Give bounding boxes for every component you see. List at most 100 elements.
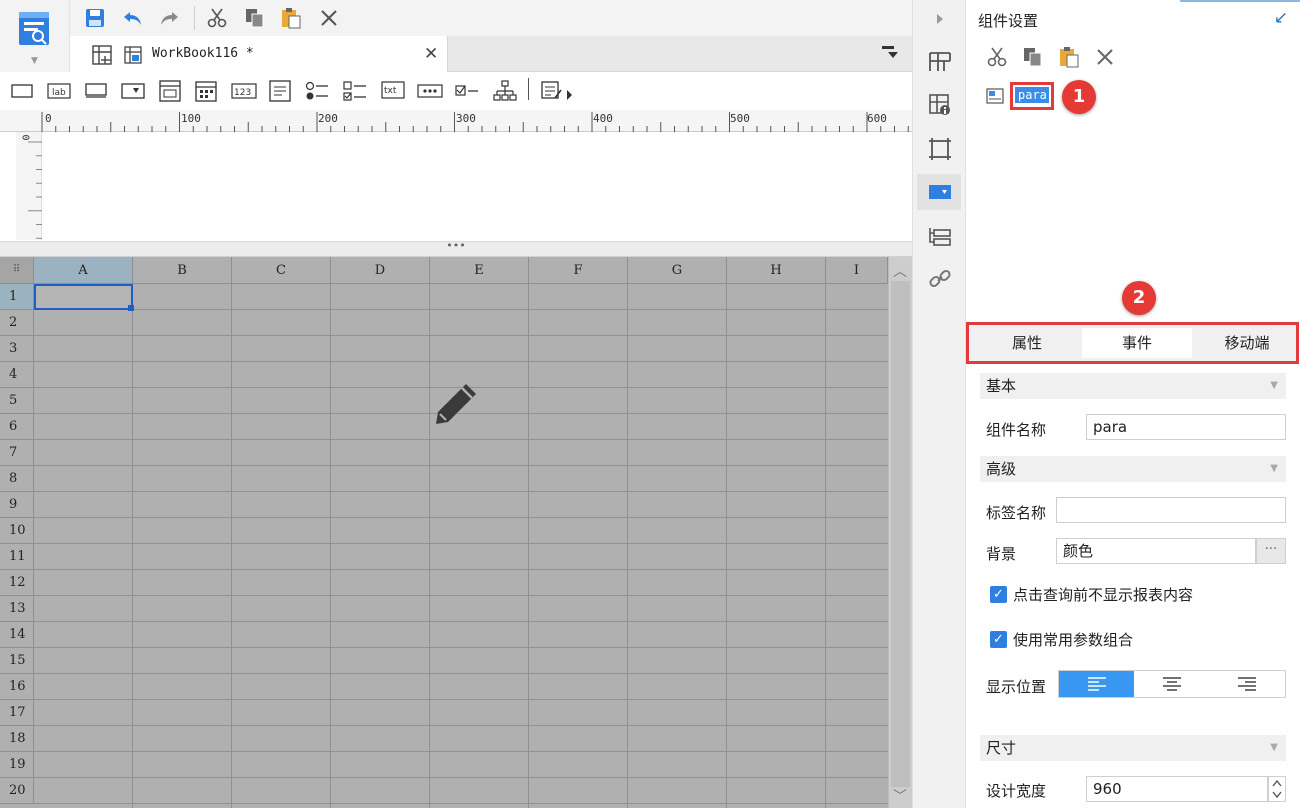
vertical-scrollbar[interactable]: ︿ ﹀ bbox=[888, 257, 912, 808]
column-header[interactable]: I bbox=[826, 257, 888, 284]
row-header[interactable]: 17 bbox=[0, 700, 34, 726]
checkbox-hide-before-query[interactable]: ✓ 点击查询前不显示报表内容 bbox=[990, 584, 1193, 606]
align-left-button[interactable] bbox=[1059, 671, 1135, 697]
tab-attributes[interactable]: 属性 bbox=[972, 328, 1082, 358]
row-header[interactable]: 15 bbox=[0, 648, 34, 674]
widget-settings-icon[interactable] bbox=[925, 177, 955, 207]
number-widget-icon[interactable]: 123 bbox=[230, 80, 258, 102]
align-center-button[interactable] bbox=[1134, 671, 1210, 697]
tab-mobile[interactable]: 移动端 bbox=[1192, 328, 1300, 358]
undo-icon[interactable] bbox=[120, 5, 146, 31]
component-name-input[interactable]: para bbox=[1086, 414, 1286, 440]
save-icon[interactable] bbox=[82, 5, 108, 31]
cell-grid[interactable] bbox=[34, 284, 888, 808]
combobox-widget-icon[interactable] bbox=[120, 80, 146, 102]
column-header[interactable]: G bbox=[628, 257, 727, 284]
delete-icon[interactable] bbox=[1092, 44, 1118, 70]
row-header[interactable]: 18 bbox=[0, 726, 34, 752]
row-header[interactable]: 3 bbox=[0, 336, 34, 362]
redo-icon[interactable] bbox=[156, 5, 182, 31]
column-header[interactable]: E bbox=[430, 257, 529, 284]
background-input[interactable]: 颜色 bbox=[1056, 538, 1256, 564]
date-widget-icon[interactable] bbox=[194, 80, 218, 102]
parameter-canvas[interactable] bbox=[42, 133, 912, 241]
textbox-widget-icon[interactable] bbox=[10, 80, 34, 102]
checkbox-widget-icon[interactable] bbox=[454, 80, 480, 102]
textarea-widget-icon[interactable] bbox=[268, 80, 292, 102]
column-header[interactable]: C bbox=[232, 257, 331, 284]
copy-icon[interactable] bbox=[242, 5, 268, 31]
collapse-panel-icon[interactable]: ↙ bbox=[1274, 8, 1288, 28]
row-header[interactable]: 4 bbox=[0, 362, 34, 388]
chevron-down-icon[interactable]: ▼ bbox=[31, 56, 38, 66]
column-header[interactable]: H bbox=[727, 257, 826, 284]
row-header[interactable]: 14 bbox=[0, 622, 34, 648]
row-header[interactable]: 2 bbox=[0, 310, 34, 336]
link-icon[interactable] bbox=[925, 264, 955, 294]
form-structure-icon[interactable] bbox=[925, 222, 955, 252]
expand-arrow-icon[interactable] bbox=[925, 4, 955, 34]
row-header[interactable]: 8 bbox=[0, 466, 34, 492]
tree-widget-icon[interactable] bbox=[492, 80, 518, 102]
chevron-down-icon[interactable]: ▼ bbox=[1270, 735, 1278, 761]
label-name-input[interactable] bbox=[1056, 497, 1286, 523]
label-widget-icon[interactable]: lab bbox=[46, 80, 72, 102]
copy-icon[interactable] bbox=[1020, 44, 1046, 70]
column-header[interactable]: A bbox=[34, 257, 133, 284]
section-basic[interactable]: 基本 ▼ bbox=[980, 373, 1286, 399]
chevron-down-icon[interactable]: ▼ bbox=[1270, 456, 1278, 482]
selected-cell[interactable] bbox=[34, 284, 133, 310]
row-header[interactable]: 1 bbox=[0, 284, 34, 310]
scroll-up-icon[interactable]: ︿ bbox=[893, 261, 907, 281]
text-widget-icon[interactable]: txt bbox=[380, 80, 406, 102]
column-header[interactable]: F bbox=[529, 257, 628, 284]
layout-grid-icon[interactable] bbox=[925, 46, 955, 76]
paste-icon[interactable] bbox=[1056, 44, 1082, 70]
tab-overflow-menu-icon[interactable] bbox=[882, 46, 898, 60]
crop-frame-icon[interactable] bbox=[925, 134, 955, 164]
design-width-stepper[interactable] bbox=[1268, 776, 1286, 802]
column-header[interactable]: B bbox=[133, 257, 232, 284]
section-size[interactable]: 尺寸 ▼ bbox=[980, 735, 1286, 761]
checkbox-checked-icon[interactable]: ✓ bbox=[990, 631, 1007, 648]
row-header[interactable]: 11 bbox=[0, 544, 34, 570]
more-widgets-icon[interactable] bbox=[540, 80, 576, 102]
cut-icon[interactable] bbox=[984, 44, 1010, 70]
column-header[interactable]: D bbox=[331, 257, 430, 284]
scrollbar-thumb[interactable] bbox=[891, 281, 910, 787]
checkbox-checked-icon[interactable]: ✓ bbox=[990, 586, 1007, 603]
background-picker-button[interactable]: ··· bbox=[1256, 538, 1286, 564]
design-width-input[interactable]: 960 bbox=[1086, 776, 1268, 802]
row-header[interactable]: 16 bbox=[0, 674, 34, 700]
radio-group-widget-icon[interactable] bbox=[304, 80, 330, 102]
paste-icon[interactable] bbox=[278, 5, 304, 31]
tab-events[interactable]: 事件 bbox=[1082, 328, 1192, 358]
row-header[interactable]: 6 bbox=[0, 414, 34, 440]
password-widget-icon[interactable] bbox=[416, 80, 444, 102]
section-advanced[interactable]: 高级 ▼ bbox=[980, 456, 1286, 482]
delete-icon[interactable] bbox=[316, 5, 342, 31]
row-header[interactable]: 10 bbox=[0, 518, 34, 544]
row-header[interactable]: 20 bbox=[0, 778, 34, 804]
align-right-button[interactable] bbox=[1209, 671, 1285, 697]
frozen-grid-icon[interactable] bbox=[92, 45, 112, 65]
row-header[interactable]: 12 bbox=[0, 570, 34, 596]
select-all-corner[interactable]: ⠿ bbox=[0, 257, 34, 284]
report-designer-logo-icon[interactable] bbox=[18, 10, 50, 46]
row-header[interactable]: 9 bbox=[0, 492, 34, 518]
cell-attribute-icon[interactable] bbox=[925, 90, 955, 120]
chevron-down-icon[interactable]: ▼ bbox=[1270, 373, 1278, 399]
scroll-down-icon[interactable]: ﹀ bbox=[893, 786, 907, 806]
row-header[interactable]: 13 bbox=[0, 596, 34, 622]
row-header[interactable]: 7 bbox=[0, 440, 34, 466]
close-icon[interactable]: ✕ bbox=[424, 44, 438, 64]
pane-splitter[interactable]: ••• bbox=[0, 240, 912, 257]
row-header[interactable]: 5 bbox=[0, 388, 34, 414]
checkbox-common-params[interactable]: ✓ 使用常用参数组合 bbox=[990, 629, 1133, 651]
button-widget-icon[interactable] bbox=[84, 80, 108, 102]
tab-workbook[interactable]: WorkBook116 * ✕ bbox=[84, 36, 448, 72]
row-header[interactable]: 19 bbox=[0, 752, 34, 778]
app-menu-area[interactable]: ▼ bbox=[0, 0, 70, 72]
checkbox-group-widget-icon[interactable] bbox=[342, 80, 368, 102]
fill-handle[interactable] bbox=[128, 305, 134, 311]
